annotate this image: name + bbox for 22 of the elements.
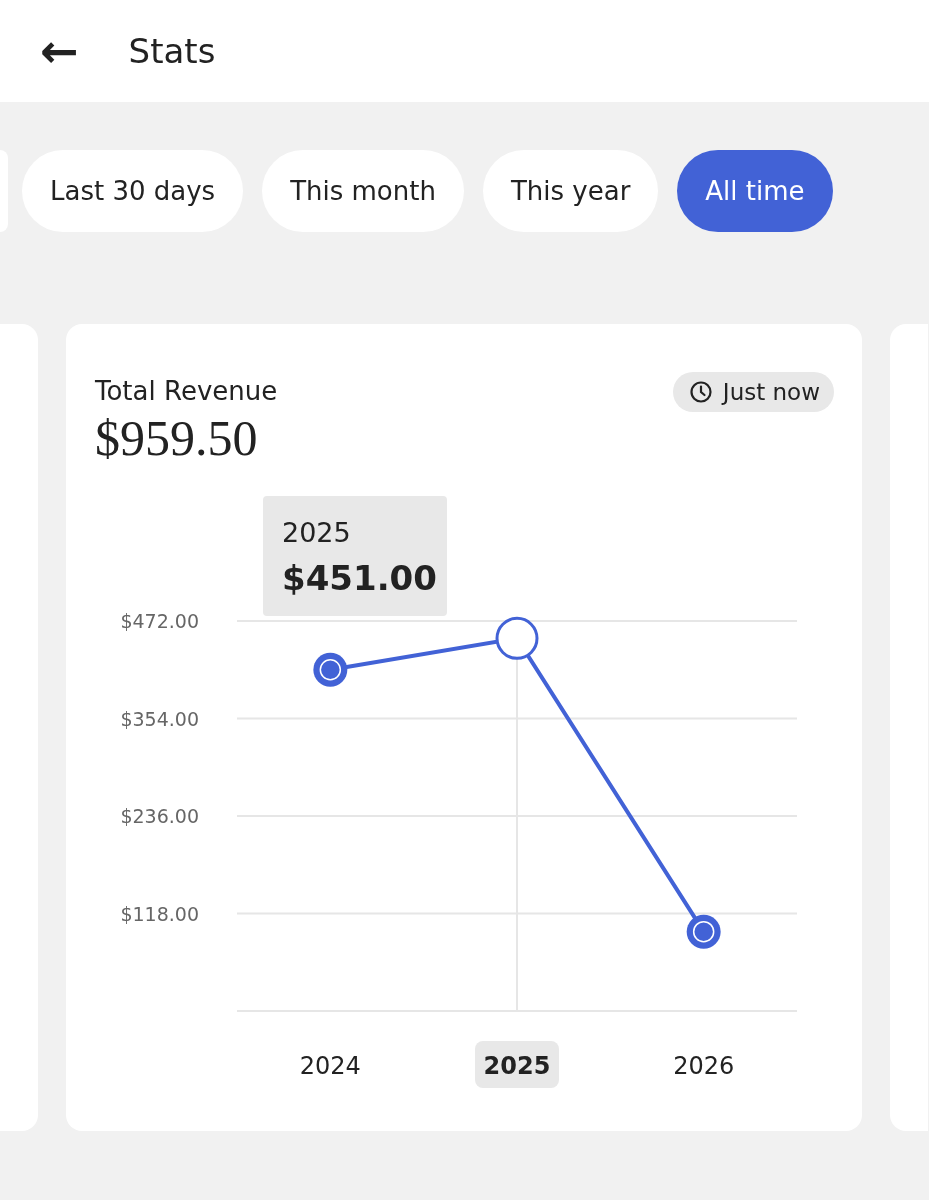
data-point[interactable]	[686, 914, 721, 949]
value-tooltip: 2025 $451.00	[263, 495, 447, 616]
back-button[interactable]: ←	[40, 28, 79, 74]
revenue-amount: $959.50	[94, 412, 259, 465]
axis-label: $236.00	[120, 804, 199, 827]
filter-chip[interactable]: All time	[677, 150, 833, 232]
clock-icon	[688, 380, 713, 404]
selected-point[interactable]	[495, 616, 539, 660]
data-point[interactable]	[313, 652, 348, 687]
filter-chip[interactable]: This year	[482, 150, 659, 232]
axis-label: $354.00	[120, 707, 199, 729]
year-label: 2024	[299, 1051, 361, 1080]
updated-text: Just now	[722, 379, 820, 405]
axis-label: $472.00	[120, 609, 199, 632]
card-title: Total Revenue	[95, 376, 278, 406]
selected-year-label: 2025	[475, 1040, 559, 1088]
year-label: 2026	[673, 1051, 735, 1080]
axis-label: $118.00	[120, 902, 199, 924]
filter-chip[interactable]: Last 30 days	[22, 150, 244, 232]
page-title: Stats	[128, 31, 216, 71]
filter-chip[interactable]: This month	[262, 150, 464, 232]
x-tick-label: 2025	[483, 1051, 551, 1080]
